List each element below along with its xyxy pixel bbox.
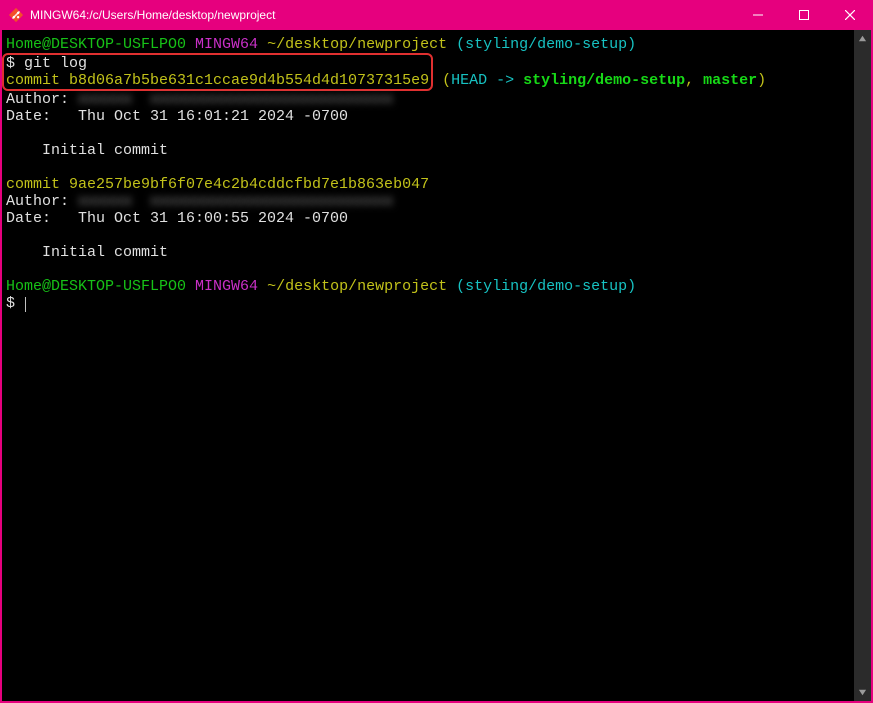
prompt-line-2: Home@DESKTOP-USFLPO0 MINGW64 ~/desktop/n… — [6, 278, 850, 295]
commit-1-hash-line: commit b8d06a7b5be631c1ccae9d4b554d4d107… — [6, 72, 429, 89]
minimize-button[interactable] — [735, 0, 781, 30]
prompt-line-1: Home@DESKTOP-USFLPO0 MINGW64 ~/desktop/n… — [6, 36, 850, 53]
commit-2-author-value: xxxxxx xxxxxxxxxxxxxxxxxxxxxxxxxxx — [78, 193, 393, 210]
commit-1-head: HEAD -> — [451, 72, 523, 89]
window-title: MINGW64:/c/Users/Home/desktop/newproject — [30, 8, 275, 22]
commit-1-date-value: Thu Oct 31 16:01:21 2024 -0700 — [78, 108, 348, 125]
scrollbar[interactable] — [854, 30, 871, 701]
commit-1-ref-open: ( — [433, 72, 451, 89]
commit-1-sep: , — [685, 72, 703, 89]
commit-2-message: Initial commit — [6, 244, 850, 261]
commit-1-date-label: Date: — [6, 108, 78, 125]
cmd-line-2: $ — [6, 295, 850, 312]
commit-2-date-value: Thu Oct 31 16:00:55 2024 -0700 — [78, 210, 348, 227]
titlebar[interactable]: MINGW64:/c/Users/Home/desktop/newproject — [0, 0, 873, 30]
commit-2-author-label: Author: — [6, 193, 69, 210]
cursor — [25, 297, 26, 312]
prompt-userhost: Home@DESKTOP-USFLPO0 — [6, 36, 186, 53]
git-bash-window: MINGW64:/c/Users/Home/desktop/newproject… — [0, 0, 873, 703]
commit-1-ref-close: ) — [757, 72, 766, 89]
terminal[interactable]: Home@DESKTOP-USFLPO0 MINGW64 ~/desktop/n… — [2, 30, 854, 701]
blank-line-3 — [6, 227, 850, 244]
prompt2-symbol: $ — [6, 295, 15, 312]
content-area: Home@DESKTOP-USFLPO0 MINGW64 ~/desktop/n… — [2, 30, 871, 701]
commit-1-head-branch: styling/demo-setup — [523, 72, 685, 89]
commit-2-author-line: Author: xxxxxx xxxxxxxxxxxxxxxxxxxxxxxxx… — [6, 193, 850, 210]
blank-line-4 — [6, 261, 850, 278]
maximize-button[interactable] — [781, 0, 827, 30]
commit-1-message: Initial commit — [6, 142, 850, 159]
commit-2-date-label: Date: — [6, 210, 78, 227]
prompt-path: ~/desktop/newproject — [267, 36, 447, 53]
blank-line-1 — [6, 125, 850, 142]
commit-1-author-label: Author: — [6, 91, 69, 108]
prompt2-branch-open: ( — [456, 278, 465, 295]
scroll-up-arrow-icon[interactable] — [854, 30, 871, 47]
commit-2-hash-line: commit 9ae257be9bf6f07e4c2b4cddcfbd7e1b8… — [6, 176, 850, 193]
commit-1-author-value: xxxxxx xxxxxxxxxxxxxxxxxxxxxxxxxxx — [78, 91, 393, 108]
prompt-symbol: $ — [6, 55, 15, 72]
close-button[interactable] — [827, 0, 873, 30]
scroll-down-arrow-icon[interactable] — [854, 684, 871, 701]
app-icon — [8, 7, 24, 23]
prompt-branch-open: ( — [456, 36, 465, 53]
commit-2-date-line: Date: Thu Oct 31 16:00:55 2024 -0700 — [6, 210, 850, 227]
commit-2-hash: commit 9ae257be9bf6f07e4c2b4cddcfbd7e1b8… — [6, 176, 429, 193]
annotation-highlight: $ git logcommit b8d06a7b5be631c1ccae9d4b… — [2, 53, 433, 91]
commit-1-date-line: Date: Thu Oct 31 16:01:21 2024 -0700 — [6, 108, 850, 125]
commit-1-hash: commit b8d06a7b5be631c1ccae9d4b554d4d107… — [6, 72, 429, 89]
commit-1-author-line: Author: xxxxxx xxxxxxxxxxxxxxxxxxxxxxxxx… — [6, 91, 850, 108]
cmd-line: $ git log — [6, 55, 429, 72]
prompt2-userhost: Home@DESKTOP-USFLPO0 — [6, 278, 186, 295]
prompt2-branch: styling/demo-setup — [465, 278, 627, 295]
prompt-env: MINGW64 — [195, 36, 258, 53]
prompt-branch: styling/demo-setup — [465, 36, 627, 53]
prompt2-env: MINGW64 — [195, 278, 258, 295]
blank-line-2 — [6, 159, 850, 176]
scroll-track[interactable] — [854, 47, 871, 684]
prompt2-branch-close: ) — [627, 278, 636, 295]
prompt-branch-close: ) — [627, 36, 636, 53]
cmd-gitlog: git log — [24, 55, 87, 72]
commit-1-master: master — [703, 72, 757, 89]
prompt2-path: ~/desktop/newproject — [267, 278, 447, 295]
